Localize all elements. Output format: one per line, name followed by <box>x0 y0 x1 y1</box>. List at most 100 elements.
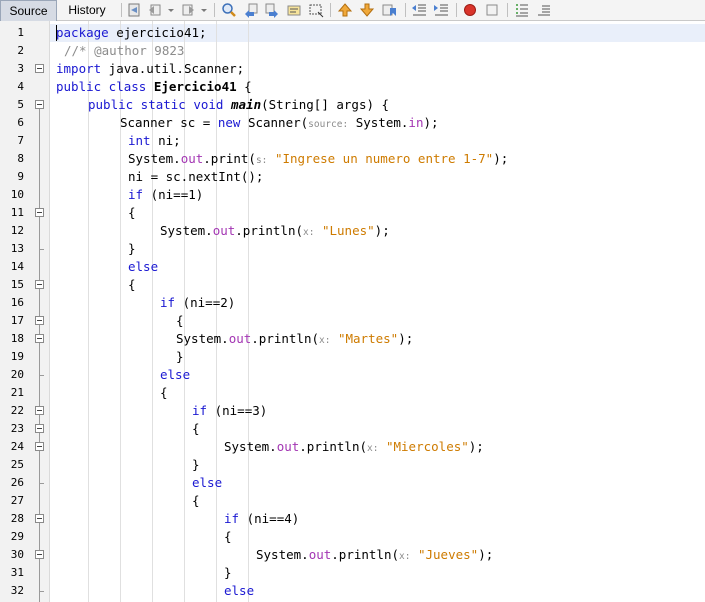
last-edit-icon[interactable] <box>126 2 142 18</box>
fold-toggle-icon[interactable] <box>35 280 44 289</box>
code-line[interactable]: } <box>192 456 200 474</box>
code-line[interactable]: package ejercicio41; <box>56 24 207 42</box>
find-icon[interactable] <box>221 2 237 18</box>
find-prev-icon[interactable] <box>243 2 259 18</box>
keyword: public class <box>56 79 147 94</box>
code-line[interactable]: { <box>224 528 232 546</box>
fold-toggle-icon[interactable] <box>35 514 44 523</box>
comment-icon[interactable] <box>514 2 530 18</box>
code-text: (String[] args) { <box>261 97 390 112</box>
keyword: new <box>217 115 241 130</box>
line-number: 21 <box>10 386 24 399</box>
stop-macro-icon[interactable] <box>484 2 500 18</box>
back-icon[interactable] <box>147 2 163 18</box>
fold-toggle-icon[interactable] <box>35 406 44 415</box>
fold-toggle-icon[interactable] <box>35 316 44 325</box>
code-line[interactable]: else <box>224 582 254 600</box>
code-line[interactable]: public class Ejercicio41 { <box>56 78 252 96</box>
line-number: 1 <box>17 26 24 39</box>
code-text: { <box>192 493 200 508</box>
next-bookmark-icon[interactable] <box>359 2 375 18</box>
fold-toggle-icon[interactable] <box>35 100 44 109</box>
keyword: if <box>224 511 240 526</box>
code-text: ); <box>478 547 494 562</box>
code-line[interactable]: System.out.print(s: "Ingrese un numero e… <box>128 150 508 168</box>
code-line[interactable]: Scanner sc = new Scanner(source: System.… <box>120 114 439 132</box>
string-literal: "Miercoles" <box>385 439 469 454</box>
shift-left-icon[interactable] <box>411 2 427 18</box>
code-line[interactable]: { <box>192 492 200 510</box>
keyword: else <box>192 475 223 490</box>
toolbar-separator <box>214 3 215 17</box>
forward-icon[interactable] <box>180 2 196 18</box>
code-line[interactable]: if (ni==3) <box>192 402 267 420</box>
field: out <box>228 331 252 346</box>
code-line[interactable]: if (ni==4) <box>224 510 299 528</box>
tab-history[interactable]: History <box>58 0 116 21</box>
code-line[interactable]: } <box>224 564 232 582</box>
code-text: (ni==1) <box>143 187 204 202</box>
fold-toggle-icon[interactable] <box>35 550 44 559</box>
code-line[interactable]: int ni; <box>128 132 181 150</box>
line-number: 32 <box>10 584 24 597</box>
field: out <box>308 547 332 562</box>
code-line[interactable]: public static void main(String[] args) { <box>88 96 389 114</box>
fold-toggle-icon[interactable] <box>35 442 44 451</box>
fold-end-marker <box>39 375 44 376</box>
code-text: ); <box>468 439 484 454</box>
fold-toggle-icon[interactable] <box>35 64 44 73</box>
chevron-down-icon[interactable] <box>166 2 176 18</box>
line-number: 28 <box>10 512 24 525</box>
record-macro-icon[interactable] <box>462 2 478 18</box>
line-number: 15 <box>10 278 24 291</box>
code-line[interactable]: else <box>192 474 222 492</box>
code-line[interactable]: { <box>192 420 200 438</box>
code-text: { <box>128 205 136 220</box>
code-line[interactable]: } <box>128 240 136 258</box>
code-text: ni; <box>150 133 181 148</box>
code-line[interactable]: if (ni==2) <box>160 294 235 312</box>
line-number: 20 <box>10 368 24 381</box>
toggle-highlight-icon[interactable] <box>286 2 302 18</box>
fold-toggle-icon[interactable] <box>35 208 44 217</box>
string-literal: "Ingrese un numero entre 1-7" <box>274 151 494 166</box>
code-text: (ni==2) <box>175 295 236 310</box>
code-line[interactable]: ni = sc.nextInt(); <box>128 168 263 186</box>
fold-toggle-icon[interactable] <box>35 334 44 343</box>
line-number: 11 <box>10 206 24 219</box>
code-editor[interactable]: package ejercicio41; //* @author 9823 im… <box>50 21 705 602</box>
toggle-bookmark-icon[interactable] <box>381 2 397 18</box>
code-line[interactable]: System.out.println(x: "Jueves"); <box>256 546 493 564</box>
code-line[interactable]: System.out.println(x: "Lunes"); <box>160 222 390 240</box>
code-line[interactable]: { <box>128 276 136 294</box>
code-line[interactable]: else <box>160 366 190 384</box>
code-line[interactable]: { <box>176 312 184 330</box>
code-line[interactable]: //* @author 9823 <box>64 42 184 60</box>
tab-source[interactable]: Source <box>0 0 57 21</box>
editor-toolbar: Source History <box>0 0 705 21</box>
prev-bookmark-icon[interactable] <box>337 2 353 18</box>
code-line[interactable]: System.out.println(x: "Miercoles"); <box>224 438 484 456</box>
line-number: 13 <box>10 242 24 255</box>
code-text: ); <box>423 115 439 130</box>
code-line[interactable]: import java.util.Scanner; <box>56 60 244 78</box>
chevron-down-icon[interactable] <box>199 2 209 18</box>
code-text: .println( <box>299 439 367 454</box>
keyword: if <box>160 295 176 310</box>
code-line[interactable]: else <box>128 258 158 276</box>
code-text: System. <box>160 223 213 238</box>
code-line[interactable]: { <box>128 204 136 222</box>
line-number: 23 <box>10 422 24 435</box>
toggle-rect-select-icon[interactable] <box>308 2 324 18</box>
code-line[interactable]: if (ni==1) <box>128 186 203 204</box>
field: out <box>180 151 204 166</box>
code-line[interactable]: { <box>160 384 168 402</box>
fold-toggle-icon[interactable] <box>35 424 44 433</box>
find-next-icon[interactable] <box>264 2 280 18</box>
shift-right-icon[interactable] <box>433 2 449 18</box>
code-line[interactable]: System.out.println(x: "Martes"); <box>176 330 413 348</box>
uncomment-icon[interactable] <box>536 2 552 18</box>
code-text: ); <box>398 331 414 346</box>
code-line[interactable]: } <box>176 348 184 366</box>
